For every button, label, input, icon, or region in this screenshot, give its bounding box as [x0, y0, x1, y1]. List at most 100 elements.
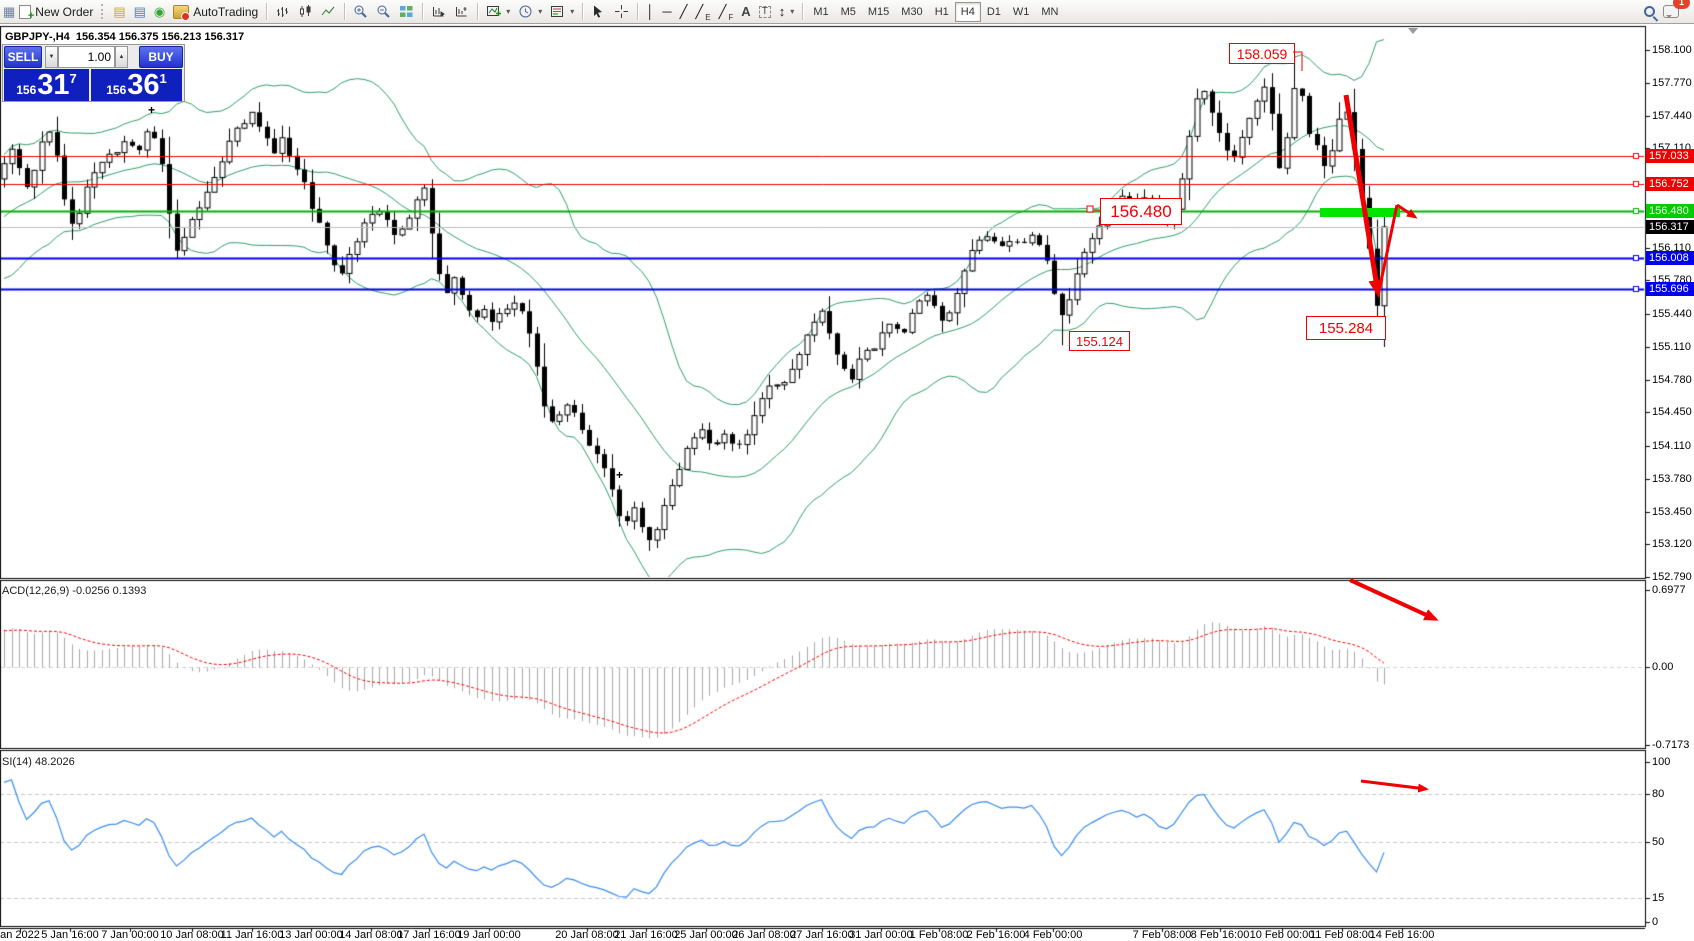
sell-price-pip: 7 — [70, 71, 77, 86]
horizontal-line-tool[interactable]: ─ — [658, 2, 675, 22]
text-label-tool[interactable]: T — [755, 2, 775, 22]
fibonacci-tool[interactable]: ╱F — [715, 2, 738, 22]
time-axis-label: 13 Jan 00:00 — [279, 929, 343, 941]
text-tool[interactable]: A — [737, 2, 754, 22]
chart-shift-icon — [454, 4, 469, 19]
price-axis-tick: 153.450 — [1652, 506, 1692, 518]
crosshair-tool-button[interactable] — [610, 2, 633, 22]
buy-button[interactable]: BUY — [139, 46, 183, 68]
line-chart-icon — [321, 4, 336, 19]
annotation-price-box[interactable]: 155.124 — [1069, 331, 1130, 351]
periods-button[interactable]: ▾ — [514, 2, 546, 22]
indicators-button[interactable]: ▾ — [482, 2, 514, 22]
tile-windows-button[interactable] — [395, 2, 418, 22]
time-axis-label: 14 Feb 16:00 — [1370, 929, 1435, 941]
price-axis-tick: 157.440 — [1652, 110, 1692, 122]
autotrading-button[interactable]: AutoTrading — [169, 2, 262, 22]
timeframe-m1[interactable]: M1 — [807, 2, 834, 22]
toolbar-separator — [477, 3, 478, 20]
timeframe-m15[interactable]: M15 — [862, 2, 895, 22]
time-axis-label: 8 Feb 16:00 — [1191, 929, 1250, 941]
buy-price-base: 156 — [106, 83, 126, 97]
toolbar: ▦ + New Order ▤ ▤ ◉ AutoTrading — [0, 0, 1694, 24]
time-axis-label: 10 Jan 08:00 — [160, 929, 224, 941]
chart-shift-marker — [1408, 28, 1418, 34]
timeframe-buttons: M1M5M15M30H1H4D1W1MN — [807, 2, 1064, 22]
time-axis-label: 14 Jan 08:00 — [339, 929, 403, 941]
autotrading-icon — [173, 5, 189, 19]
rsi-scale-label: 15 — [1652, 892, 1664, 904]
dropdown-icon: ▾ — [506, 7, 510, 16]
volume-increase-button[interactable]: ▲ — [115, 46, 128, 68]
highlight-rectangle[interactable] — [1320, 208, 1400, 217]
timeframe-w1[interactable]: W1 — [1007, 2, 1036, 22]
candlestick-icon — [298, 4, 313, 19]
timeframe-h4[interactable]: H4 — [955, 2, 981, 22]
timeframe-mn[interactable]: MN — [1035, 2, 1064, 22]
zoom-out-button[interactable] — [372, 2, 395, 22]
price-axis-tick: 155.440 — [1652, 308, 1692, 320]
price-level-label: 156.008 — [1646, 251, 1694, 265]
line-chart-mode-button[interactable] — [317, 2, 340, 22]
rsi-scale-label: 100 — [1652, 756, 1670, 768]
clock-icon — [518, 4, 533, 19]
signals-button[interactable]: ◉ — [150, 2, 169, 22]
rsi-scale-label: 80 — [1652, 788, 1664, 800]
timeframe-m30[interactable]: M30 — [895, 2, 928, 22]
price-level-label: 157.033 — [1646, 149, 1694, 163]
rsi-scale-label: 0 — [1652, 916, 1658, 928]
window-icon: ▦ — [3, 5, 15, 18]
autotrading-label: AutoTrading — [193, 5, 258, 19]
hline-icon: ─ — [662, 5, 671, 18]
annotation-price-box[interactable]: 156.480 — [1100, 198, 1182, 225]
history-icon: ▤ — [113, 5, 125, 18]
time-axis-label: 31 Jan 00:00 — [849, 929, 913, 941]
toolbar-separator — [802, 3, 803, 20]
new-order-button[interactable]: + New Order — [15, 2, 97, 22]
fibonacci-icon: ╱ — [719, 5, 727, 18]
account-history-button[interactable]: ▤ — [109, 2, 129, 22]
cursor-tool-button[interactable] — [587, 2, 610, 22]
fibonacci-letter: F — [728, 13, 733, 22]
toolbar-separator — [637, 3, 638, 20]
macd-scale-label: 0.00 — [1652, 661, 1673, 673]
search-icon — [1644, 6, 1655, 17]
dropdown-icon: ▾ — [538, 7, 542, 16]
volume-decrease-button[interactable]: ▼ — [45, 46, 58, 68]
auto-scroll-icon — [431, 4, 446, 19]
price-axis-tick: 154.110 — [1652, 440, 1691, 452]
sell-button[interactable]: SELL — [4, 46, 42, 68]
templates-button[interactable]: ▾ — [546, 2, 578, 22]
bar-chart-mode-button[interactable] — [271, 2, 294, 22]
timeframe-h1[interactable]: H1 — [929, 2, 955, 22]
indicators-icon — [486, 4, 501, 19]
arrows-tool[interactable]: ↕▾ — [775, 2, 799, 22]
timeframe-d1[interactable]: D1 — [981, 2, 1007, 22]
rsi-label: SI(14) 48.2026 — [2, 756, 75, 768]
timeframe-m5[interactable]: M5 — [835, 2, 862, 22]
channel-tool[interactable]: ╱E — [691, 2, 714, 22]
sell-price-tile[interactable]: 156 31 7 — [4, 69, 89, 101]
price-axis-tick: 158.100 — [1652, 44, 1692, 56]
metaeditor-button[interactable]: ▤ — [130, 2, 150, 22]
annotation-price-box[interactable]: 155.284 — [1306, 316, 1386, 340]
time-axis-label: 5 Jan 16:00 — [41, 929, 99, 941]
chart-shift-button[interactable] — [450, 2, 473, 22]
trendline-tool[interactable]: ╱ — [676, 2, 692, 22]
buy-price-main: 36 — [127, 70, 159, 101]
price-chart-canvas[interactable] — [0, 0, 1694, 941]
price-axis-tick: 153.780 — [1652, 473, 1692, 485]
search-button[interactable] — [1640, 2, 1659, 22]
zoom-in-button[interactable] — [349, 2, 372, 22]
sell-price-main: 31 — [37, 70, 69, 101]
notification-badge: 1 — [1673, 0, 1690, 9]
signals-icon: ◉ — [154, 5, 165, 18]
candlestick-mode-button[interactable] — [294, 2, 317, 22]
vertical-line-tool[interactable]: │ — [642, 2, 658, 22]
tile-windows-icon — [399, 4, 414, 19]
buy-price-tile[interactable]: 156 36 1 — [91, 69, 182, 101]
volume-input[interactable] — [58, 46, 115, 68]
auto-scroll-button[interactable] — [427, 2, 450, 22]
annotation-price-box[interactable]: 158.059 — [1229, 43, 1295, 64]
notifications-button[interactable]: 1 — [1659, 2, 1683, 22]
